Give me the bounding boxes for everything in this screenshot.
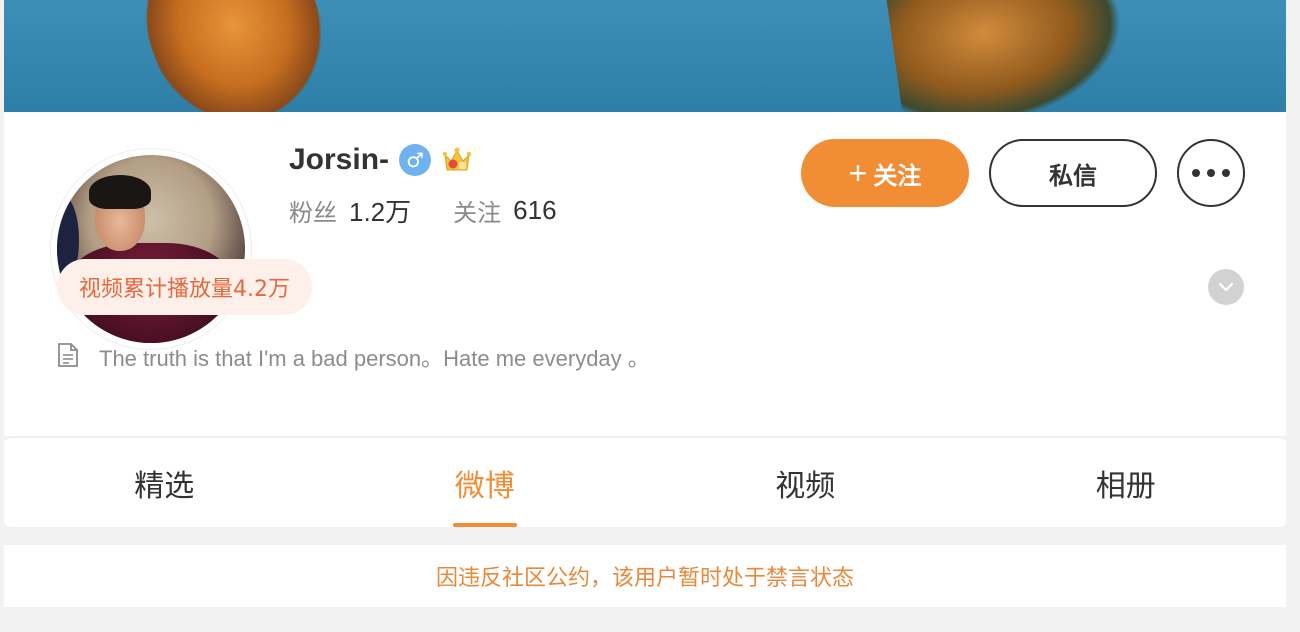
more-dots-icon bbox=[1192, 169, 1200, 177]
tab-videos[interactable]: 视频 bbox=[645, 438, 966, 527]
profile-page: Jorsin- ♂ 粉丝 1.2万 关注 616 + 关注 私信 视频累计播放量… bbox=[0, 0, 1300, 632]
tab-albums[interactable]: 相册 bbox=[966, 438, 1287, 527]
expand-toggle-chevron-down-icon[interactable] bbox=[1208, 269, 1244, 305]
tab-featured[interactable]: 精选 bbox=[4, 438, 325, 527]
more-options-button[interactable] bbox=[1177, 139, 1245, 207]
avatar[interactable] bbox=[51, 149, 251, 349]
follow-label: 关注 bbox=[873, 162, 922, 190]
fans-label: 粉丝 bbox=[289, 198, 337, 227]
user-name: Jorsin- bbox=[289, 143, 390, 176]
message-button[interactable]: 私信 bbox=[989, 139, 1157, 207]
video-play-count-badge[interactable]: 视频累计播放量4.2万 bbox=[57, 259, 312, 315]
tab-weibo[interactable]: 微博 bbox=[325, 438, 646, 527]
cover-image bbox=[4, 0, 1286, 112]
user-stats: 粉丝 1.2万 关注 616 bbox=[289, 192, 557, 228]
follow-button[interactable]: + 关注 bbox=[801, 139, 969, 207]
profile-tabs: 精选 微博 视频 相册 bbox=[4, 437, 1286, 527]
bio-text: The truth is that I'm a bad person。Hate … bbox=[99, 346, 650, 371]
muted-notice: 因违反社区公约，该用户暂时处于禁言状态 bbox=[4, 545, 1286, 607]
bio: The truth is that I'm a bad person。Hate … bbox=[57, 342, 650, 372]
crown-vip-icon[interactable] bbox=[441, 144, 473, 176]
message-label: 私信 bbox=[1049, 162, 1097, 190]
document-icon bbox=[57, 342, 79, 372]
fans-count[interactable]: 1.2万 bbox=[349, 192, 411, 229]
male-icon: ♂ bbox=[399, 144, 432, 176]
following-count[interactable]: 616 bbox=[513, 195, 556, 226]
name-row: Jorsin- ♂ bbox=[289, 140, 473, 180]
following-label: 关注 bbox=[453, 198, 502, 227]
plus-icon: + bbox=[848, 155, 868, 191]
profile-card: Jorsin- ♂ 粉丝 1.2万 关注 616 + 关注 私信 视频累计播放量… bbox=[4, 112, 1286, 436]
